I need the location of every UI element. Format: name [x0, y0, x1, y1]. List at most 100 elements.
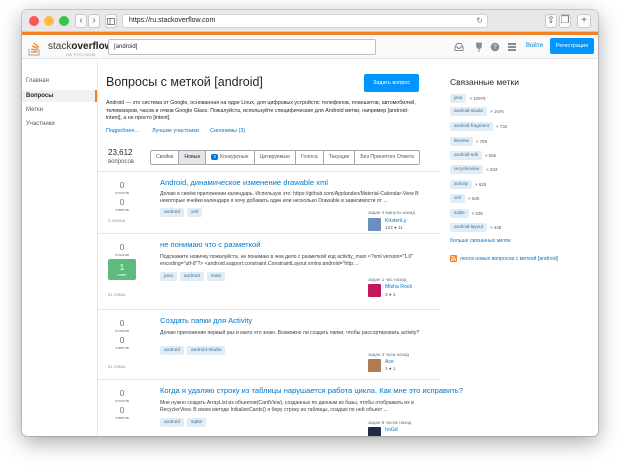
synonyms-link[interactable]: Синонимы (3) — [210, 128, 245, 134]
top-users-link[interactable]: Лучшие участники — [152, 128, 199, 134]
stack-logo-icon — [28, 42, 40, 56]
close-window-button[interactable] — [29, 16, 39, 26]
related-tag-link[interactable]: android-sdk — [450, 151, 483, 160]
tab-featured[interactable]: Свойки — [151, 151, 180, 164]
related-tag-item: recyclerview × 633 — [450, 165, 497, 174]
related-tag-link[interactable]: android-fragment — [450, 122, 493, 131]
user-reputation: 1 ● 1 — [385, 366, 396, 371]
url-text: https://ru.stackoverflow.com — [129, 17, 216, 24]
vote-label: голосов — [115, 191, 129, 195]
inbox-icon[interactable] — [454, 42, 464, 52]
page-title: Вопросы с меткой [android] — [106, 75, 263, 89]
forward-button[interactable]: › — [88, 14, 100, 28]
tab-label: Без Принятого Ответа — [360, 154, 414, 160]
user-name-link[interactable]: KirstenLy — [385, 218, 406, 224]
tab-label: Текущие — [328, 154, 350, 160]
related-tag-link[interactable]: sqlite — [450, 209, 469, 218]
nav-item-tags[interactable]: Метки — [26, 107, 43, 113]
related-tag-item: android-layout × 448 — [450, 223, 501, 232]
minimize-window-button[interactable] — [44, 16, 54, 26]
site-switcher-icon[interactable] — [507, 42, 517, 52]
answer-number: 0 — [119, 335, 125, 345]
related-tag-item: android-studio × 1676 — [450, 107, 504, 116]
tag-main[interactable]: main — [206, 272, 226, 281]
trophy-icon[interactable] — [474, 42, 484, 52]
related-tag-link[interactable]: android-studio — [450, 107, 488, 116]
tag-android[interactable]: android — [160, 418, 185, 427]
tag-sqlite[interactable]: sqlite — [187, 418, 207, 427]
related-tag-link[interactable]: xml — [450, 194, 466, 203]
user-name-link[interactable]: Misha Rock — [385, 284, 412, 290]
left-navigation: Главная Вопросы Метки Участники — [22, 60, 98, 436]
vote-number: 0 — [119, 318, 125, 328]
new-tab-button[interactable]: + — [577, 14, 591, 28]
more-info-link[interactable]: Подробнее... — [106, 128, 139, 134]
tag-xml[interactable]: xml — [187, 208, 203, 217]
sidebar-toggle-button[interactable] — [105, 14, 117, 28]
user-avatar[interactable] — [368, 359, 381, 372]
related-tag-link[interactable]: recyclerview — [450, 165, 484, 174]
question-title-link[interactable]: Android, динамическое изменение drawable… — [160, 178, 328, 187]
tag-feed[interactable]: лента новых вопросов с меткой [android] — [450, 255, 558, 262]
address-bar[interactable]: https://ru.stackoverflow.com ↻ — [122, 14, 488, 28]
related-tag-link[interactable]: java — [450, 94, 467, 103]
question-summary: 0 голосов 0 ответов 2 показа Android, дина… — [98, 171, 440, 233]
question-title-link[interactable]: Создать папки для Activity — [160, 316, 252, 325]
question-title-link[interactable]: не понимаю что с разметкой — [160, 240, 261, 249]
register-button[interactable]: Регистрация — [550, 38, 594, 54]
help-icon[interactable]: ? — [490, 42, 500, 52]
logo-subtitle: НА РУССКОМ — [66, 52, 96, 57]
user-avatar[interactable] — [368, 218, 381, 231]
site-header: stackoverflow НА РУССКОМ [android] ? Вой… — [22, 32, 598, 59]
nav-item-home[interactable]: Главная — [26, 78, 49, 84]
sort-tabs: Свойки Новые 3 Конкурсные Цитируемые Голо… — [150, 150, 420, 165]
related-tag-link[interactable]: listview — [450, 137, 473, 146]
tag-android[interactable]: android — [179, 272, 204, 281]
related-tag-count: × 625 — [475, 181, 487, 187]
tag-android[interactable]: android — [160, 346, 185, 355]
more-related-tags-link[interactable]: больше связанных меток — [450, 238, 511, 244]
tab-newest[interactable]: Новые — [179, 151, 207, 164]
tab-active[interactable]: Текущие — [323, 151, 356, 164]
tab-bounties[interactable]: 3 Конкурсные — [206, 151, 255, 164]
asked-time: задан 1 час назад — [368, 277, 407, 282]
right-sidebar: Связанные метки java × 10979 android-stud… — [440, 60, 598, 436]
question-tags: android android-studio — [160, 346, 226, 355]
ask-question-button[interactable]: Задать вопрос — [364, 74, 419, 92]
answer-number: 1 — [119, 262, 125, 272]
user-name-link[interactable]: hoGd — [385, 427, 398, 433]
logo-text-light: stack — [48, 41, 72, 52]
answer-count-accepted: 1 ответ — [108, 259, 136, 280]
login-link[interactable]: Войти — [526, 43, 543, 49]
related-tag-link[interactable]: activity — [450, 180, 473, 189]
tag-java[interactable]: java — [160, 272, 177, 281]
related-tag-count: × 448 — [490, 224, 502, 230]
user-name-link[interactable]: Ace — [385, 359, 394, 365]
related-tag-link[interactable]: android-layout — [450, 223, 488, 232]
question-title-link[interactable]: Когда я удаляю строку из таблицы нарушае… — [160, 386, 463, 395]
question-tags: android sqlite — [160, 418, 207, 427]
tag-android-studio[interactable]: android-studio — [187, 346, 226, 355]
nav-item-questions[interactable]: Вопросы — [22, 90, 97, 102]
question-excerpt: Делаю в своём приложении календарь. Испо… — [160, 191, 419, 204]
tabs-overview-button[interactable]: ❐ — [559, 14, 571, 28]
user-avatar[interactable] — [368, 427, 381, 436]
maximize-window-button[interactable] — [59, 16, 69, 26]
tag-android[interactable]: android — [160, 208, 185, 217]
tab-unanswered[interactable]: Без Принятого Ответа — [355, 151, 419, 164]
answer-label: ответов — [115, 346, 129, 350]
user-avatar[interactable] — [368, 284, 381, 297]
tab-votes[interactable]: Голоса — [295, 151, 324, 164]
logo-text-bold: overflow — [71, 41, 113, 52]
related-tag-item: xml × 546 — [450, 194, 479, 203]
tab-label: Цитируемые — [259, 154, 290, 160]
answer-label: ответов — [115, 416, 129, 420]
answer-count: 0 ответов — [108, 335, 136, 350]
nav-item-users[interactable]: Участники — [26, 121, 55, 127]
related-tag-count: × 709 — [475, 138, 487, 144]
search-input[interactable]: [android] — [108, 39, 376, 55]
reload-icon[interactable]: ↻ — [476, 15, 483, 27]
back-button[interactable]: ‹ — [75, 14, 87, 28]
tab-frequent[interactable]: Цитируемые — [254, 151, 296, 164]
share-button[interactable]: ⇪ — [545, 14, 557, 28]
